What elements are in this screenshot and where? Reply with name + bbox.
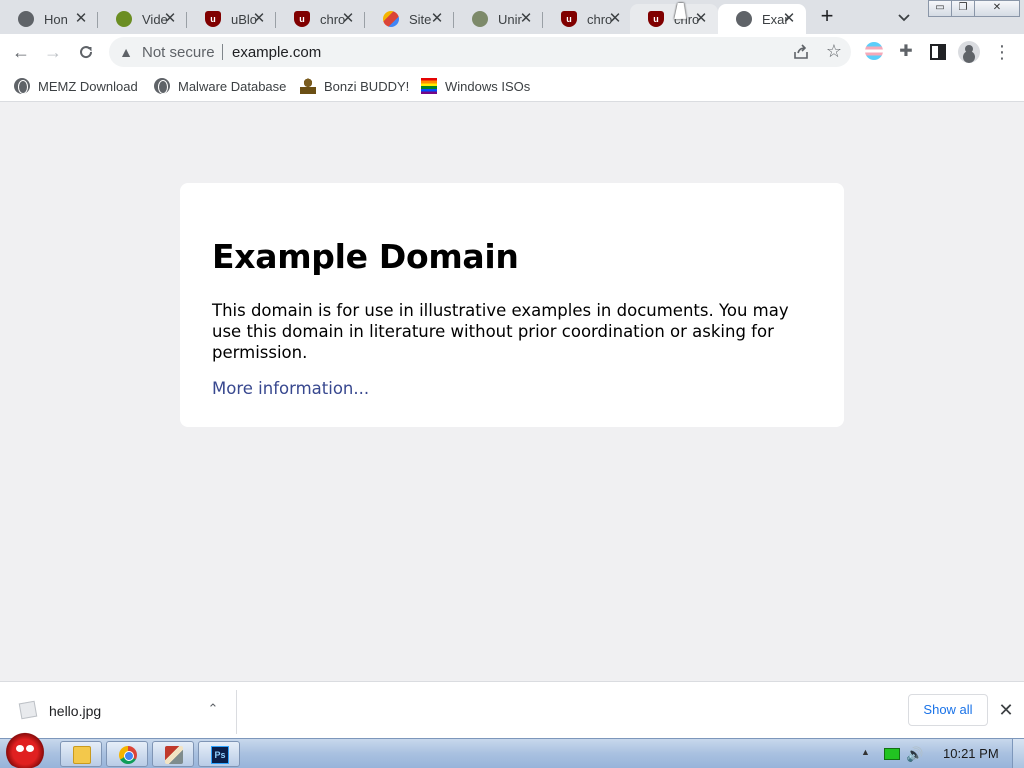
divider xyxy=(236,690,237,734)
bird-eye xyxy=(26,745,34,752)
bookmark-star-icon[interactable]: ☆ xyxy=(824,41,844,61)
tab[interactable]: u chro ✕ xyxy=(543,4,632,34)
bird-eye xyxy=(16,745,24,752)
bookmarks-bar: MEMZ Download Malware Database Bonzi BUD… xyxy=(0,70,1024,102)
ublock-icon: u xyxy=(294,11,310,27)
globe-icon xyxy=(154,78,170,94)
page-viewport: Example Domain This domain is for use in… xyxy=(0,103,1024,681)
show-desktop-button[interactable] xyxy=(1012,739,1024,768)
photoshop-icon: Ps xyxy=(211,746,229,764)
tab[interactable]: u chro ✕ xyxy=(276,4,365,34)
profile-avatar-icon[interactable] xyxy=(958,41,980,63)
ublock-icon: u xyxy=(561,11,577,27)
forward-arrow-icon[interactable]: → xyxy=(43,42,63,62)
taskbar: Ps ▲ 🔊 10:21 PM xyxy=(0,731,1024,768)
side-panel-icon[interactable] xyxy=(928,42,948,62)
close-tab-icon[interactable]: ✕ xyxy=(251,11,267,27)
extension-flag-icon[interactable] xyxy=(865,42,883,60)
tool-app-icon xyxy=(165,746,183,764)
close-tab-icon[interactable]: ✕ xyxy=(518,11,534,27)
close-tab-icon[interactable]: ✕ xyxy=(340,11,356,27)
window-controls: ▭ ❐ ✕ xyxy=(928,0,1020,18)
page-heading: Example Domain xyxy=(212,237,519,276)
rainbow-flag-icon xyxy=(421,78,437,94)
globe-icon xyxy=(18,11,34,27)
show-all-button[interactable]: Show all xyxy=(908,694,988,726)
unit-favicon-icon xyxy=(472,11,488,27)
content-card: Example Domain This domain is for use in… xyxy=(180,183,844,427)
divider xyxy=(222,44,223,60)
tray-expand-icon[interactable]: ▲ xyxy=(861,747,871,757)
tab[interactable]: Vide ✕ xyxy=(98,4,187,34)
close-tab-icon[interactable]: ✕ xyxy=(693,11,709,27)
image-file-icon[interactable] xyxy=(18,700,38,720)
tab-title: Hon xyxy=(44,11,68,27)
network-icon[interactable] xyxy=(884,748,900,760)
tab-strip: Hon ✕ Vide ✕ u uBlo ✕ u chro ✕ Site ✕ Un… xyxy=(0,0,1024,34)
close-tab-icon[interactable]: ✕ xyxy=(429,11,445,27)
new-tab-button[interactable]: + xyxy=(815,5,839,29)
tab[interactable]: u uBlo ✕ xyxy=(187,4,276,34)
globe-icon xyxy=(736,11,752,27)
bookmark-label: Malware Database xyxy=(178,78,287,94)
taskbar-photoshop-button[interactable]: Ps xyxy=(198,741,240,767)
chevron-up-icon[interactable]: ⌃ xyxy=(204,700,222,718)
tab[interactable]: Site ✕ xyxy=(365,4,454,34)
close-window-button[interactable]: ✕ xyxy=(974,0,1020,17)
bookmark-item[interactable]: Windows ISOs xyxy=(421,76,530,96)
volume-icon[interactable]: 🔊 xyxy=(906,745,924,763)
download-shelf: hello.jpg ⌃ Show all ✕ xyxy=(0,681,1024,738)
ublock-icon: u xyxy=(205,11,221,27)
extensions-puzzle-icon[interactable]: ✚ xyxy=(896,42,916,62)
more-information-link[interactable]: More information... xyxy=(212,379,812,398)
tab-search-chevron-icon[interactable] xyxy=(895,8,913,26)
tab[interactable]: Unir ✕ xyxy=(454,4,543,34)
share-icon[interactable] xyxy=(792,43,810,61)
reload-icon[interactable] xyxy=(76,42,96,62)
close-tab-icon[interactable]: ✕ xyxy=(607,11,623,27)
bonzi-icon xyxy=(300,78,316,94)
minimize-button[interactable]: ▭ xyxy=(928,0,952,17)
tab-active[interactable]: Exar ✕ xyxy=(718,4,806,34)
page-body-text: This domain is for use in illustrative e… xyxy=(212,301,789,362)
folder-icon xyxy=(73,746,91,764)
restore-button[interactable]: ❐ xyxy=(951,0,975,17)
tab-hovered[interactable]: u chro ✕ xyxy=(630,4,718,34)
close-icon[interactable]: ✕ xyxy=(996,700,1016,720)
download-file-name[interactable]: hello.jpg xyxy=(49,703,101,719)
warning-triangle-icon[interactable]: ▲ xyxy=(117,43,135,61)
bookmark-label: MEMZ Download xyxy=(38,78,138,94)
site-favicon-icon xyxy=(383,11,399,27)
taskbar-explorer-button[interactable] xyxy=(60,741,102,767)
back-arrow-icon[interactable]: ← xyxy=(11,42,31,62)
menu-kebab-icon[interactable]: ⋮ xyxy=(992,42,1012,62)
bookmark-item[interactable]: MEMZ Download xyxy=(14,76,138,96)
security-label[interactable]: Not secure xyxy=(142,44,215,61)
taskbar-app-button[interactable] xyxy=(152,741,194,767)
taskbar-chrome-button[interactable] xyxy=(106,741,148,767)
bookmark-item[interactable]: Malware Database xyxy=(154,76,286,96)
bookmark-item[interactable]: Bonzi BUDDY! xyxy=(300,76,409,96)
close-tab-icon[interactable]: ✕ xyxy=(781,11,797,27)
tab[interactable]: Hon ✕ xyxy=(0,4,98,34)
globe-icon xyxy=(14,78,30,94)
gear-favicon-icon xyxy=(116,11,132,27)
url-text[interactable]: example.com xyxy=(232,44,321,61)
bookmark-label: Windows ISOs xyxy=(445,78,531,94)
close-tab-icon[interactable]: ✕ xyxy=(162,11,178,27)
clock[interactable]: 10:21 PM xyxy=(943,746,999,761)
bookmark-label: Bonzi BUDDY! xyxy=(324,78,410,94)
close-tab-icon[interactable]: ✕ xyxy=(73,11,89,27)
chrome-icon xyxy=(119,746,137,764)
start-button-angry-bird-icon[interactable] xyxy=(2,731,48,768)
address-bar[interactable]: ▲ Not secure example.com ☆ xyxy=(109,37,851,67)
ublock-icon: u xyxy=(648,11,664,27)
